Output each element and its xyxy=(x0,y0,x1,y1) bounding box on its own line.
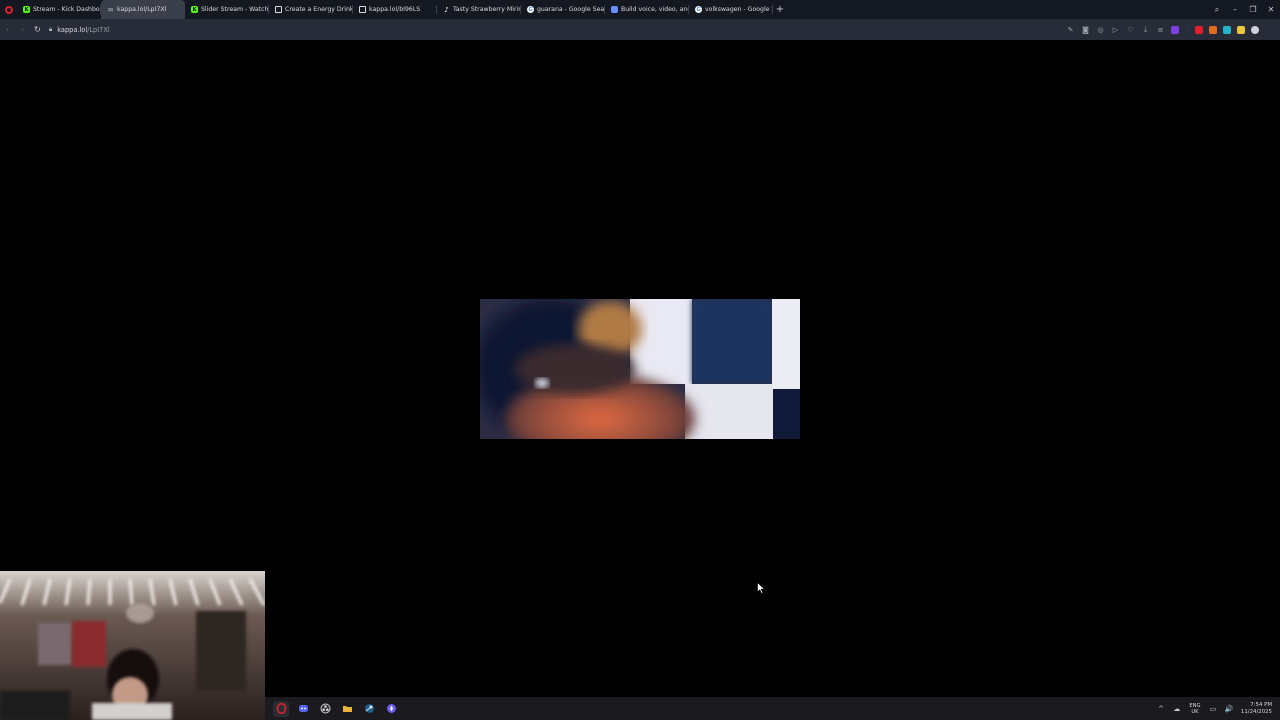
adblock-icon[interactable] xyxy=(1195,25,1203,34)
system-tray: ^ ☁ ENG UK ▭ 🔊 7:54 PM 11/24/2025 xyxy=(1153,697,1276,720)
doc-icon xyxy=(275,6,282,13)
tab[interactable]: Create a Energy Drinks UI xyxy=(269,0,353,19)
steam-icon xyxy=(364,704,374,713)
tab[interactable]: KStream - Kick Dashboard xyxy=(17,0,101,19)
onedrive-icon[interactable]: ☁ xyxy=(1169,705,1185,713)
tab-title: volkswagen - Google Search xyxy=(705,6,773,13)
heart-icon[interactable]: ♡ xyxy=(1123,26,1138,34)
taskbar-obs[interactable] xyxy=(317,701,333,717)
opera-logo-icon xyxy=(4,5,13,14)
tab-title: Tasty Strawberry Mirinda xyxy=(453,6,521,13)
tab-title: Slider Stream - Watch Live xyxy=(201,6,269,13)
language-region: UK xyxy=(1191,708,1199,715)
extension-icon[interactable] xyxy=(1237,25,1245,34)
tab[interactable]: KSlider Stream - Watch Live xyxy=(185,0,269,19)
kick-icon: K xyxy=(23,6,30,13)
screen: KStream - Kick Dashboard∞kappa.lol/LpI7X… xyxy=(0,0,1280,720)
toolbar-icons: ✎ ◙ ◎ ▷ ♡ ⤓ ≡ xyxy=(1063,19,1262,40)
tab-title: Create a Energy Drinks UI xyxy=(285,6,353,13)
taskbar-apps xyxy=(273,697,399,720)
download-icon[interactable]: ⤓ xyxy=(1138,25,1153,34)
address-field[interactable]: 🔒︎ kappa.lol/LpI7Xl xyxy=(49,26,110,34)
extension-icon[interactable] xyxy=(1223,25,1231,34)
reload-button[interactable]: ↻ xyxy=(30,25,45,34)
new-tab-button[interactable]: + xyxy=(773,0,787,19)
menu-icon[interactable]: ≡ xyxy=(1153,26,1168,34)
taskbar-opera-gx[interactable] xyxy=(273,700,289,717)
back-button[interactable]: ‹ xyxy=(0,25,15,34)
edit-icon[interactable]: ✎ xyxy=(1063,26,1078,34)
mouse-cursor-icon xyxy=(757,582,765,594)
camera-icon[interactable]: ◙ xyxy=(1078,26,1093,34)
opera-menu-button[interactable] xyxy=(0,0,17,19)
close-window-button[interactable]: ✕ xyxy=(1262,5,1280,14)
clock-date: 11/24/2025 xyxy=(1240,708,1272,715)
tab-search-icon[interactable]: ⌕ xyxy=(1208,5,1226,15)
forward-button[interactable]: › xyxy=(15,25,30,34)
show-hidden-icons-icon[interactable]: ^ xyxy=(1153,705,1169,713)
taskbar-file-explorer[interactable] xyxy=(339,701,355,717)
tab[interactable]: kappa.lol/bI96LS xyxy=(353,0,437,19)
language-indicator[interactable]: ENG UK xyxy=(1185,703,1205,715)
folder-icon xyxy=(342,706,352,712)
kick-icon: K xyxy=(191,6,198,13)
network-icon[interactable]: ▭ xyxy=(1205,705,1221,713)
tiktok-icon: ♪ xyxy=(444,5,449,14)
clock[interactable]: 7:54 PM 11/24/2025 xyxy=(1241,702,1272,716)
app-icon xyxy=(386,704,396,713)
tab[interactable]: Gguarana - Google Search xyxy=(521,0,605,19)
restore-button[interactable]: ❐ xyxy=(1244,5,1262,14)
webcam-frame xyxy=(0,571,265,720)
tab[interactable]: ♪ Tasty Strawberry Mirinda xyxy=(437,0,521,19)
google-icon: G xyxy=(527,6,534,13)
taskbar-steam[interactable] xyxy=(361,701,377,717)
video-frame xyxy=(480,299,800,439)
tab-title: Stream - Kick Dashboard xyxy=(33,6,101,13)
volume-icon[interactable]: 🔊 xyxy=(1221,705,1237,713)
toolbar-divider xyxy=(1185,25,1189,34)
google-icon: G xyxy=(695,6,702,13)
obs-icon xyxy=(320,703,330,714)
discord-icon xyxy=(298,705,308,712)
lock-icon: 🔒︎ xyxy=(49,25,53,33)
extension-icon[interactable] xyxy=(1209,25,1217,34)
tab[interactable]: Gvolkswagen - Google Search xyxy=(689,0,773,19)
play-icon[interactable]: ▷ xyxy=(1108,26,1123,34)
taskbar: ^ ☁ ENG UK ▭ 🔊 7:54 PM 11/24/2025 xyxy=(265,697,1280,720)
tab-title: kappa.lol/LpI7Xl xyxy=(117,6,167,13)
minimize-button[interactable]: – xyxy=(1226,5,1244,14)
webcam-overlay xyxy=(0,571,265,720)
doc-icon xyxy=(359,6,366,13)
tab-list: KStream - Kick Dashboard∞kappa.lol/LpI7X… xyxy=(17,0,773,19)
url-host: kappa.lol xyxy=(57,25,88,34)
tab-title: guarana - Google Search xyxy=(537,6,605,13)
clock-time: 7:54 PM xyxy=(1250,701,1272,708)
tab-strip: KStream - Kick Dashboard∞kappa.lol/LpI7X… xyxy=(0,0,1280,19)
address-toolbar: ‹ › ↻ 🔒︎ kappa.lol/LpI7Xl ✎ ◙ ◎ ▷ ♡ ⤓ ≡ xyxy=(0,19,1280,40)
vpn-icon[interactable]: ◎ xyxy=(1093,26,1108,34)
tab-title: Build voice, video, and phone xyxy=(621,6,689,13)
opera-gx-icon xyxy=(276,703,286,714)
tab-divider xyxy=(772,5,773,14)
extension-icon[interactable] xyxy=(1171,25,1179,34)
video-player[interactable] xyxy=(480,299,800,439)
tab[interactable]: Build voice, video, and phone xyxy=(605,0,689,19)
link-icon: ∞ xyxy=(107,5,114,14)
tab-title: kappa.lol/bI96LS xyxy=(369,6,421,13)
app-icon xyxy=(611,6,618,13)
url-path: /LpI7Xl xyxy=(87,25,110,34)
taskbar-app[interactable] xyxy=(383,701,399,717)
tab[interactable]: ∞ kappa.lol/LpI7Xl xyxy=(101,0,185,19)
taskbar-discord[interactable] xyxy=(295,701,311,717)
window-controls: ⌕ – ❐ ✕ xyxy=(1208,0,1280,19)
profile-icon[interactable] xyxy=(1251,25,1259,34)
